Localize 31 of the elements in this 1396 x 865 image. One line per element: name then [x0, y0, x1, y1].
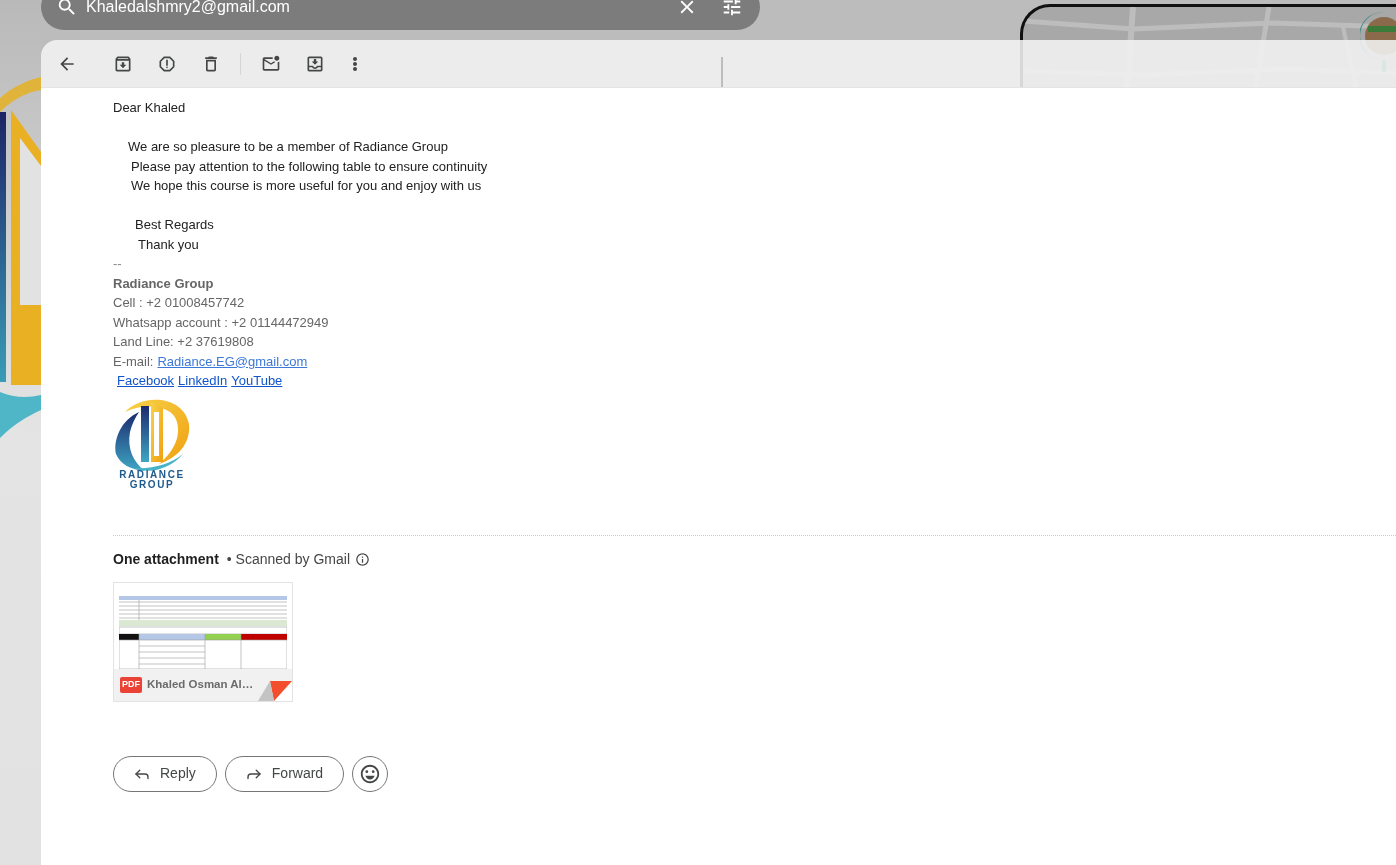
- closing-text: Best Regards: [134, 216, 215, 234]
- search-icon: [56, 0, 78, 18]
- sliders-icon: [721, 0, 743, 18]
- scan-note: • Scanned by Gmail: [226, 549, 350, 569]
- body-text: We hope this course is more useful for you and enjoy with us: [130, 177, 483, 195]
- attachment-name: Khaled Osman Al…: [147, 676, 254, 692]
- contact-text: Cell : +2 01008457742: [113, 294, 246, 312]
- smiley-icon: [359, 762, 382, 785]
- more-vertical-icon: [353, 56, 357, 71]
- greeting-text: Dear Khaled: [113, 99, 187, 117]
- contact-text: Land Line: +2 37619808: [113, 333, 255, 351]
- social-link[interactable]: Facebook: [117, 371, 175, 391]
- body-text: We are so pleasure to be a member of Radiance Group: [127, 138, 449, 156]
- closing-text: Thank you: [137, 235, 200, 254]
- contact-text: Whatsapp account : +2 01144472949: [113, 313, 329, 332]
- search-field[interactable]: Khaledalshmry2@gmail.com: [86, 0, 667, 19]
- email-link[interactable]: Radiance.EG@gmail.com: [157, 351, 308, 371]
- social-link[interactable]: YouTube: [231, 371, 283, 391]
- file-type-badge: PDF: [120, 676, 142, 693]
- email-label: E-mail:: [113, 352, 154, 371]
- attachments-title: One attachment: [113, 549, 219, 569]
- signature-name: Radiance Group: [113, 274, 215, 293]
- logo-text: RADIANCE: [119, 469, 185, 480]
- info-icon[interactable]: [355, 551, 370, 567]
- attachment-card[interactable]: PDF Khaled Osman Al…: [113, 581, 293, 702]
- social-link[interactable]: LinkedIn: [178, 371, 228, 391]
- signature-separator: --: [113, 255, 123, 273]
- logo-text: GROUP: [129, 479, 175, 490]
- search-bar[interactable]: Khaledalshmry2@gmail.com: [41, 0, 760, 30]
- body-text: Please pay attention to the following table to ensure continuity: [130, 157, 488, 176]
- page-corner-fold-icon: [258, 680, 292, 701]
